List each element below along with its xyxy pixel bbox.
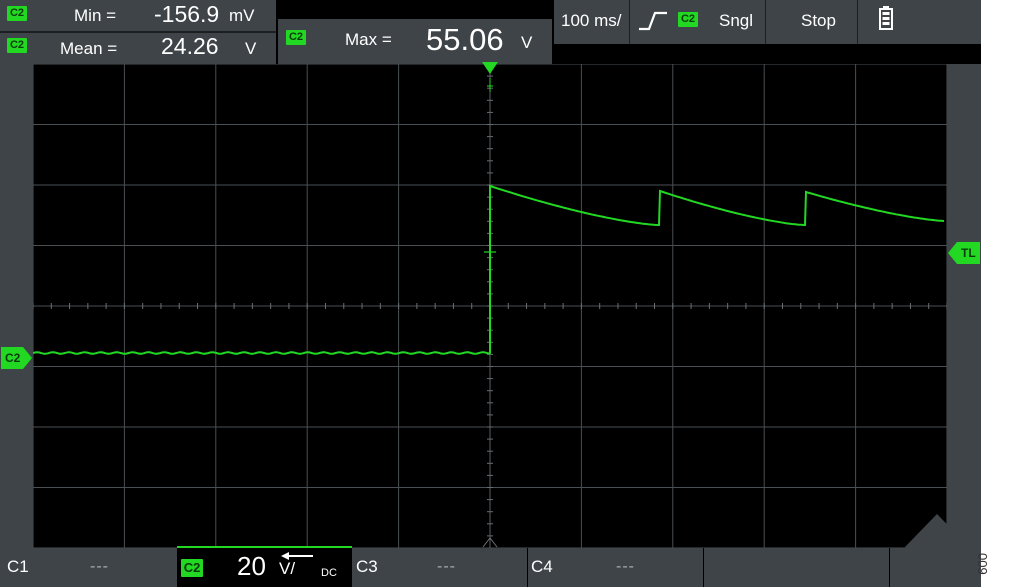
c3-label: C3 xyxy=(356,557,378,576)
coupling-arrow-icon xyxy=(281,552,313,560)
c4-value: --- xyxy=(616,558,635,575)
c2-chip: C2 xyxy=(181,559,203,577)
c3-value: --- xyxy=(437,558,456,575)
oscilloscope-screen: C2 Min = -156.9 mV C2 Mean = 24.26 V C2 … xyxy=(0,0,981,587)
c2-scale: 20 xyxy=(237,551,266,581)
max-panel[interactable]: C2 Max = 55.06 V xyxy=(278,19,552,64)
c1-value: --- xyxy=(90,558,109,575)
c4-label: C4 xyxy=(531,557,553,576)
trigger-mode[interactable]: Sngl xyxy=(719,11,753,31)
min-value: -156.9 xyxy=(154,1,220,27)
channel-ref-label: C2 xyxy=(5,351,21,365)
channel-c2-tab[interactable]: C2 20 V/ DC xyxy=(177,546,352,587)
max-label: Max = xyxy=(345,30,392,49)
c1-label: C1 xyxy=(7,557,29,576)
trigger-position-marker[interactable] xyxy=(482,62,498,76)
min-label: Min = xyxy=(74,6,117,25)
channel-c4-tab[interactable]: C4 --- xyxy=(528,548,703,587)
min-channel-chip: C2 xyxy=(7,6,27,21)
mean-label: Mean = xyxy=(60,39,118,58)
mean-channel-chip: C2 xyxy=(7,38,27,53)
min-mean-panel[interactable]: C2 Min = -156.9 mV C2 Mean = 24.26 V xyxy=(0,0,276,64)
max-value: 55.06 xyxy=(426,22,504,57)
run-stop-button[interactable]: Stop xyxy=(801,11,836,31)
right-rail xyxy=(947,64,981,548)
channel-ref-marker[interactable]: C2 xyxy=(1,347,33,369)
battery-icon xyxy=(879,6,893,30)
menu-arrow-icon xyxy=(904,514,970,548)
min-unit: mV xyxy=(229,6,255,25)
trigger-level-label: TL xyxy=(961,246,976,260)
c2-coupling: DC xyxy=(321,567,337,579)
c2-unit: V/ xyxy=(279,559,296,578)
waveform-grid[interactable] xyxy=(33,64,947,548)
status-bar: 100 ms/ C2 Sngl Stop xyxy=(554,0,981,44)
mean-value: 24.26 xyxy=(161,33,219,59)
panel-divider xyxy=(0,31,276,33)
figure-number: 009 xyxy=(975,553,990,575)
trigger-level-marker[interactable]: TL xyxy=(948,242,980,264)
status-divider xyxy=(765,0,766,44)
left-rail xyxy=(0,64,33,548)
timebase-label[interactable]: 100 ms/ xyxy=(561,11,621,31)
channel-c3-tab[interactable]: C3 --- xyxy=(352,548,527,587)
mean-unit: V xyxy=(245,39,257,58)
channel-c1-tab[interactable]: C1 --- xyxy=(0,548,177,587)
menu-tab[interactable] xyxy=(890,514,981,587)
waveform-canvas xyxy=(33,64,947,548)
trigger-channel-chip[interactable]: C2 xyxy=(678,12,698,27)
status-divider xyxy=(857,0,858,44)
max-channel-chip: C2 xyxy=(286,30,306,45)
empty-tab xyxy=(704,548,889,587)
max-unit: V xyxy=(521,33,533,52)
rising-edge-icon xyxy=(639,11,667,31)
status-divider xyxy=(629,0,630,44)
